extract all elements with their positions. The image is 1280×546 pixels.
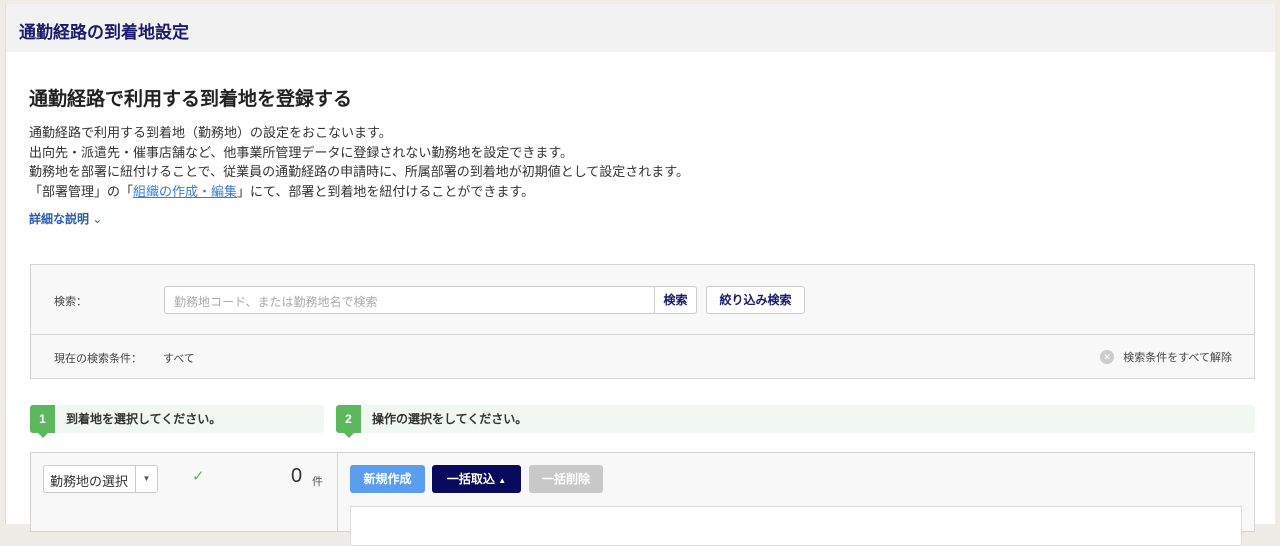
chevron-down-icon: ⌄ — [92, 212, 103, 226]
search-panel: 検索： 勤務地コード、または勤務地名で検索 検索 絞り込み検索 現在の検索条件：… — [30, 264, 1255, 379]
step-1-header: 1 到着地を選択してください。 — [30, 405, 324, 438]
description-text: 「部署管理」の「 — [29, 183, 134, 199]
caret-down-icon[interactable]: ▼ — [135, 466, 157, 492]
clear-all-label: 検索条件をすべて解除 — [1123, 352, 1232, 364]
page-header-title: 通勤経路の到着地設定 — [19, 23, 189, 42]
current-conditions-label: 現在の検索条件： — [54, 353, 142, 365]
description: 通勤経路で利用する到着地（勤務地）の設定をおこないます。 出向先・派遣先・催事店… — [29, 123, 689, 201]
divider — [31, 334, 1254, 335]
org-edit-link[interactable]: 組織の作成・編集 — [133, 184, 237, 199]
current-conditions-value: すべて — [163, 353, 195, 365]
details-toggle[interactable]: 詳細な説明 ⌄ — [29, 210, 102, 227]
operation-panel: 勤務地の選択 ▼ ✓ 0 件 新規作成 一括取込 ▲ 一括削除 — [30, 452, 1255, 546]
location-select-label: 勤務地の選択 — [50, 474, 129, 489]
description-line: 通勤経路で利用する到着地（勤務地）の設定をおこないます。 — [29, 125, 392, 140]
step-number: 2 — [336, 405, 361, 438]
search-label: 検索： — [54, 296, 87, 308]
step-number: 1 — [30, 405, 55, 438]
details-toggle-label: 詳細な説明 — [29, 212, 90, 226]
clear-all-conditions-button[interactable]: ✕ 検索条件をすべて解除 — [1100, 349, 1232, 365]
step-label: 到着地を選択してください。 — [66, 412, 222, 426]
description-line: 「部署管理」の「組織の作成・編集」にて、部署と到着地を紐付けることができます。 — [29, 182, 689, 202]
divider — [337, 453, 338, 531]
filter-search-button[interactable]: 絞り込み検索 — [706, 286, 805, 314]
checkmark-icon: ✓ — [192, 468, 205, 485]
bulk-delete-button: 一括削除 — [529, 465, 603, 493]
step-label: 操作の選択をしてください。 — [372, 412, 528, 426]
count-unit: 件 — [312, 476, 323, 488]
selected-count: 0 — [291, 465, 303, 487]
description-text: 」にて、部署と到着地を紐付けることができます。 — [237, 183, 535, 199]
page-title: 通勤経路で利用する到着地を登録する — [29, 89, 353, 110]
bulk-import-button[interactable]: 一括取込 ▲ — [432, 465, 521, 493]
page-header: 通勤経路の到着地設定 — [6, 4, 1275, 52]
location-select-dropdown[interactable]: 勤務地の選択 ▼ — [43, 465, 158, 493]
page-frame: 通勤経路の到着地設定 通勤経路で利用する到着地を登録する 通勤経路で利用する到着… — [5, 4, 1275, 546]
search-button[interactable]: 検索 — [654, 286, 697, 314]
description-line: 出向先・派遣先・催事店舗など、他事業所管理データに登録されない勤務地を設定できま… — [29, 144, 574, 160]
new-button[interactable]: 新規作成 — [350, 465, 425, 493]
clear-icon: ✕ — [1100, 350, 1115, 364]
caret-up-icon: ▲ — [498, 476, 507, 485]
description-line: 勤務地を部署に紐付けることで、従業員の通勤経路の申請時に、所属部署の到着地が初期… — [29, 164, 690, 179]
step-2-header: 2 操作の選択をしてください。 — [336, 405, 1255, 438]
search-input[interactable]: 勤務地コード、または勤務地名で検索 — [164, 286, 655, 314]
content-area — [350, 506, 1242, 546]
bulk-import-label: 一括取込 — [446, 472, 495, 486]
